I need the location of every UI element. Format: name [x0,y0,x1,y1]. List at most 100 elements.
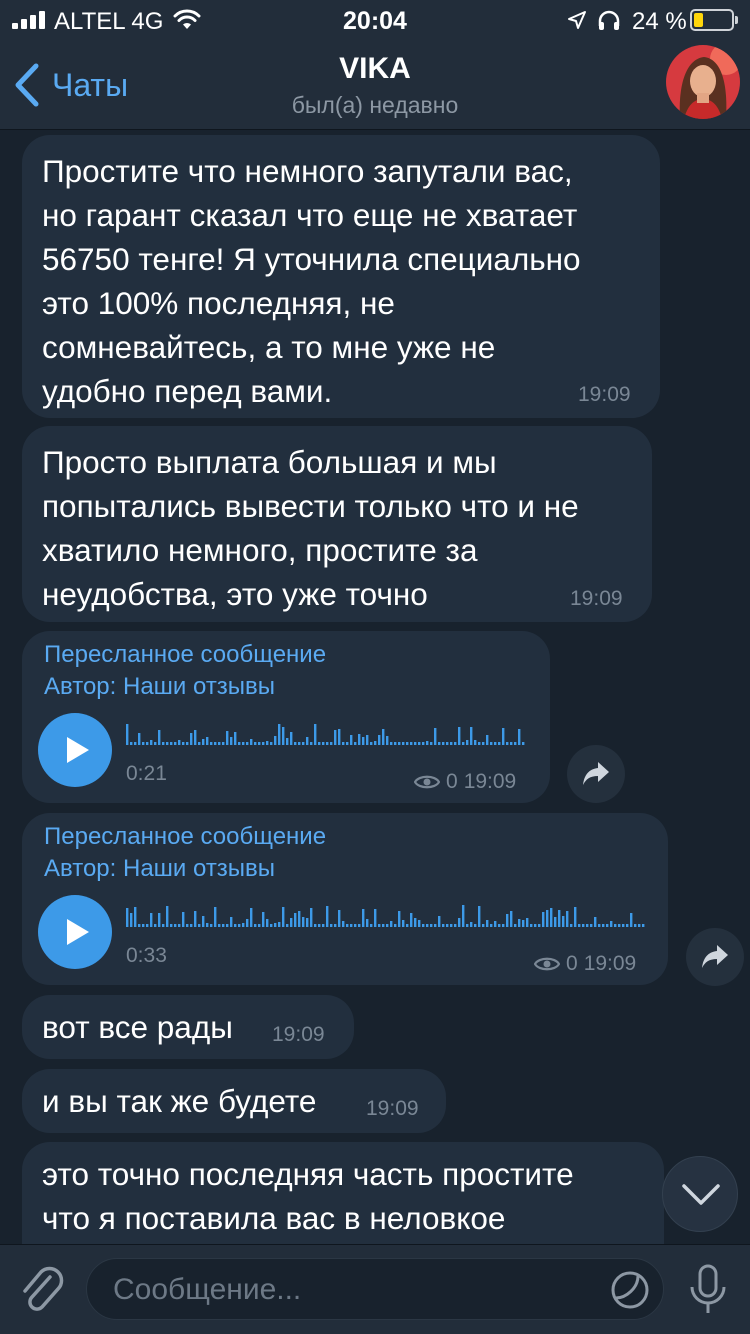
voice-waveform[interactable] [126,901,646,927]
avatar[interactable] [666,45,740,119]
waveform-bar [450,924,453,927]
microphone-icon[interactable] [686,1263,730,1319]
waveform-bar [198,742,201,745]
waveform-bar [334,730,337,745]
message-input[interactable]: Сообщение... [86,1258,664,1320]
waveform-bar [574,907,577,927]
waveform-bar [130,913,133,927]
play-button[interactable] [38,895,112,969]
waveform-bar [238,742,241,745]
waveform-bar [522,742,525,745]
waveform-bar [390,742,393,745]
waveform-bar [258,924,261,927]
waveform-bar [462,742,465,745]
battery-level [694,13,703,27]
waveform-bar [418,920,421,927]
waveform-bar [250,908,253,927]
waveform-bar [414,918,417,927]
waveform-bar [478,906,481,927]
waveform-bar [250,739,253,745]
message-bubble[interactable]: вот все рады 19:09 [22,995,354,1059]
voice-message-bubble[interactable]: Пересланное сообщение Автор: Наши отзывы… [22,631,550,803]
waveform-bar [166,742,169,745]
waveform-bar [438,742,441,745]
waveform-bar [454,742,457,745]
waveform-bar [594,917,597,927]
waveform-bar [154,742,157,745]
waveform-bar [246,742,249,745]
waveform-bar [334,924,337,927]
waveform-bar [534,924,537,927]
scroll-down-button[interactable] [662,1156,738,1232]
waveform-bar [470,922,473,927]
waveform-bar [286,738,289,745]
share-arrow-icon [702,945,728,968]
waveform-bar [586,924,589,927]
waveform-bar [438,916,441,927]
waveform-bar [362,737,365,745]
waveform-bar [486,735,489,745]
share-button[interactable] [567,745,625,803]
waveform-bar [370,742,373,745]
forwarded-author[interactable]: Автор: Наши отзывы [44,673,275,701]
waveform-bar [190,733,193,745]
waveform-bar [474,924,477,927]
waveform-bar [622,924,625,927]
waveform-bar [386,736,389,745]
message-time: 19:09 [366,1097,419,1120]
play-button[interactable] [38,713,112,787]
waveform-bar [258,742,261,745]
waveform-bar [298,742,301,745]
waveform-bar [214,742,217,745]
waveform-bar [126,908,129,927]
forwarded-author[interactable]: Автор: Наши отзывы [44,855,275,883]
waveform-bar [538,924,541,927]
chat-title[interactable]: VIKA [0,52,750,86]
waveform-bar [466,924,469,927]
waveform-bar [342,921,345,927]
waveform-bar [630,913,633,927]
waveform-bar [338,729,341,745]
waveform-bar [202,739,205,745]
waveform-bar [310,908,313,927]
share-button[interactable] [686,928,744,986]
voice-waveform[interactable] [126,719,528,745]
waveform-bar [558,910,561,927]
voice-message-bubble[interactable]: Пересланное сообщение Автор: Наши отзывы… [22,813,668,985]
waveform-bar [194,911,197,927]
waveform-bar [582,924,585,927]
waveform-bar [222,742,225,745]
paperclip-icon[interactable] [18,1265,66,1317]
waveform-bar [542,912,545,927]
waveform-bar [526,918,529,927]
waveform-bar [322,924,325,927]
waveform-bar [278,724,281,745]
message-bubble[interactable]: и вы так же будете 19:09 [22,1069,446,1133]
waveform-bar [226,731,229,745]
waveform-bar [578,924,581,927]
message-text: Простите что немного запутали вас, но га… [42,153,581,409]
waveform-bar [230,917,233,927]
waveform-bar [422,924,425,927]
waveform-bar [158,913,161,927]
waveform-bar [238,924,241,927]
waveform-bar [426,924,429,927]
sticker-icon[interactable] [610,1270,650,1310]
waveform-bar [394,742,397,745]
waveform-bar [378,735,381,745]
waveform-bar [490,742,493,745]
message-bubble[interactable]: Просто выплата большая и мы попытались в… [22,426,652,622]
waveform-bar [182,742,185,745]
waveform-bar [282,907,285,927]
waveform-bar [146,742,149,745]
waveform-bar [502,924,505,927]
waveform-bar [514,924,517,927]
waveform-bar [382,924,385,927]
message-bubble[interactable]: Простите что немного запутали вас, но га… [22,135,660,418]
waveform-bar [370,924,373,927]
battery-cap [735,16,738,24]
waveform-bar [430,924,433,927]
waveform-bar [402,742,405,745]
waveform-bar [318,742,321,745]
voice-duration: 0:33 [126,944,167,967]
